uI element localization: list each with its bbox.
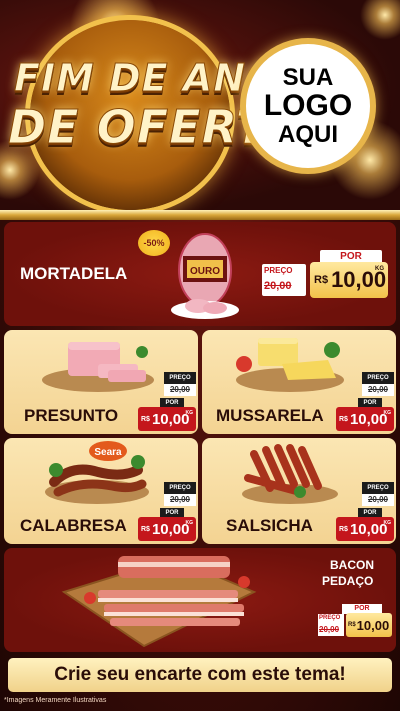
unit-label: KG [383, 410, 392, 416]
price-block-bacon: POR PREÇO 20,00 R$ 10,00 [318, 604, 392, 638]
currency: R$ [141, 525, 150, 533]
new-price: 10,00 [349, 410, 388, 428]
unit-label: KG [375, 266, 384, 272]
seara-logo-icon: Seara [89, 441, 127, 461]
brand-label: Seara [94, 447, 122, 458]
discount-badge: -50% [138, 230, 170, 256]
bacon-image [61, 556, 257, 648]
unit-label: KG [185, 410, 194, 416]
new-price-box: R$ 10,00 [346, 613, 392, 637]
title-line-1: FIM DE ANO [13, 56, 280, 101]
new-price-box: R$ 10,00 KG [336, 407, 394, 431]
product-name-line-1: BACON [330, 558, 374, 572]
new-price: 10,00 [151, 520, 190, 538]
unit-label: KG [383, 520, 392, 526]
logo-text-1: SUA [282, 64, 334, 92]
preco-label: PREÇO [264, 266, 293, 275]
gold-divider [0, 210, 400, 220]
brand-label: OURO [190, 266, 220, 277]
cta-text: Crie seu encarte com este tema! [54, 664, 346, 685]
currency: R$ [141, 415, 150, 423]
old-price: 20,00 [164, 494, 196, 506]
new-price: 10,00 [349, 520, 388, 538]
old-price-box: PREÇO 20,00 [262, 264, 306, 296]
currency: R$ [348, 622, 356, 628]
unit-label: KG [185, 520, 194, 526]
salsicha-image [242, 444, 338, 504]
preco-label: PREÇO [319, 615, 341, 621]
logo-placeholder[interactable]: SUA LOGO AQUI [240, 38, 376, 174]
price-block-salsicha: PREÇO 20,00 POR R$ 10,00 KG [336, 482, 394, 541]
old-price: 20,00 [264, 280, 292, 292]
currency: R$ [339, 415, 348, 423]
disclaimer: *Imagens Meramente Ilustrativas [4, 697, 107, 704]
price-block-mussarela: PREÇO 20,00 POR R$ 10,00 KG [336, 372, 394, 431]
fireworks-icon [360, 0, 400, 40]
old-price: 20,00 [362, 384, 394, 396]
old-price: 20,00 [164, 384, 196, 396]
product-name: MORTADELA [20, 264, 128, 283]
price-block-presunto: PREÇO 20,00 POR R$ 10,00 KG [138, 372, 196, 431]
price-block-mortadela: POR PREÇO 20,00 R$ 10,00 KG [262, 250, 390, 302]
new-price: 10,00 [356, 617, 390, 633]
new-price: 10,00 [151, 410, 190, 428]
old-price: 20,00 [319, 625, 340, 634]
logo-text-2: LOGO [263, 89, 353, 123]
mussarela-image [236, 338, 344, 392]
new-price-box: R$ 10,00 KG [336, 517, 394, 541]
old-price: 20,00 [362, 494, 394, 506]
old-price-box: PREÇO 20,00 [318, 614, 344, 636]
product-name: MUSSARELA [216, 406, 324, 425]
product-name-line-2: PEDAÇO [322, 574, 374, 588]
cta-banner[interactable]: Crie seu encarte com este tema! [8, 658, 392, 692]
mortadela-image: OURO [171, 233, 239, 319]
currency: R$ [314, 274, 329, 286]
product-name: PRESUNTO [24, 406, 119, 425]
new-price-box: R$ 10,00 KG [138, 407, 196, 431]
header-banner: FIM DE ANO DE OFERTAS SUA LOGO AQUI [0, 0, 400, 216]
flyer-page: FIM DE ANO DE OFERTAS SUA LOGO AQUI MORT… [0, 0, 400, 711]
new-price-box: R$ 10,00 KG [138, 517, 196, 541]
product-name: SALSICHA [226, 516, 313, 535]
price-block-calabresa: PREÇO 20,00 POR R$ 10,00 KG [138, 482, 196, 541]
product-name: CALABRESA [20, 516, 127, 535]
new-price-box: R$ 10,00 KG [310, 262, 388, 298]
logo-text-3: AQUI [278, 120, 338, 148]
currency: R$ [339, 525, 348, 533]
